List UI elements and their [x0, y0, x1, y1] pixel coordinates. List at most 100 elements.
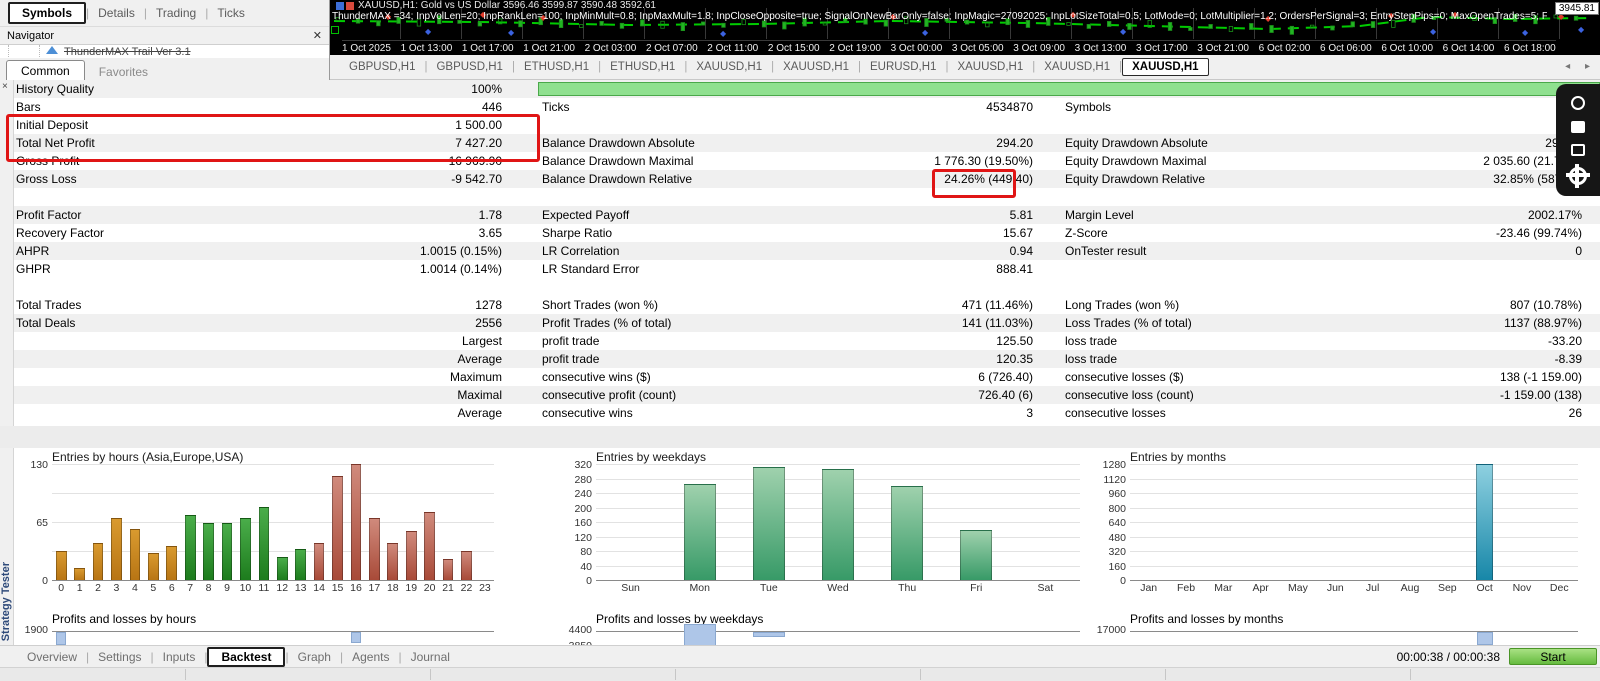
chart-symbol-line: XAUUSD,H1: Gold vs US Dollar 3596.46 359…	[358, 0, 656, 11]
window-capture-icon[interactable]	[1571, 143, 1585, 156]
navigator-tab-favorites[interactable]: Favorites	[85, 62, 162, 82]
x-axis-label: Nov	[1512, 582, 1532, 594]
start-button[interactable]: Start	[1509, 648, 1597, 665]
stat-label: Total Deals	[16, 316, 76, 330]
stat-value: 0.94	[1009, 244, 1033, 258]
y-axis-tick: 160	[574, 517, 592, 529]
taskbar-strip[interactable]	[0, 667, 1600, 681]
result-tab-7-xauusd-h1[interactable]: XAUUSD,H1	[948, 59, 1032, 75]
chart-title: Entries by weekdays	[596, 450, 707, 464]
bar-7	[184, 514, 196, 580]
stat-label: Loss Trades (% of total)	[1065, 316, 1192, 330]
stat-label: loss trade	[1065, 352, 1118, 366]
bar-19	[405, 530, 417, 580]
market-watch-panel: Symbols | Details | Trading | Ticks Navigator …	[0, 0, 330, 83]
axis-line	[52, 631, 494, 632]
tab-ticks[interactable]: Ticks	[208, 4, 254, 22]
bar-14	[313, 542, 325, 580]
x-axis-label: Sun	[621, 582, 640, 594]
stat-value: 1.0015 (0.15%)	[419, 244, 502, 258]
navigator-close-icon[interactable]: ✕	[313, 29, 322, 42]
tab-symbols[interactable]: Symbols	[8, 2, 87, 24]
stat-value: 888.41	[996, 262, 1033, 276]
stat-label: Balance Drawdown Absolute	[542, 136, 695, 150]
bar-slot	[144, 464, 162, 580]
buy-signal-icon: ◆	[922, 28, 929, 37]
stat-value: 100%	[471, 82, 502, 96]
bars-container	[52, 464, 494, 580]
x-axis-label: 14	[313, 582, 325, 594]
annotation-box-drawdown-relative	[932, 169, 1016, 198]
x-axis: Sun Mon Tue Wed Thu Fri Sat	[596, 582, 1080, 594]
screenshot-icon[interactable]	[1571, 120, 1585, 133]
pl-by-months-chart: Profits and losses by months 17000	[1092, 600, 1600, 645]
time-tick-label: 3 Oct 17:00	[1135, 43, 1188, 54]
current-price-label: 3945.81	[1554, 2, 1599, 15]
navigator-tree[interactable]: ThunderMAX Trail Ver 3.1	[0, 45, 329, 58]
tester-tab-graph[interactable]: Graph	[289, 649, 340, 665]
tester-tab-journal[interactable]: Journal	[402, 649, 459, 665]
result-tab-3-ethusd-h1[interactable]: ETHUSD,H1	[601, 59, 684, 75]
taskbar-separator	[430, 669, 431, 680]
y-axis-tick: 0	[586, 575, 592, 587]
strategy-tester-label[interactable]: Strategy Tester	[0, 562, 12, 641]
tester-tab-backtest[interactable]: Backtest	[207, 647, 286, 667]
tester-tab-agents[interactable]: Agents	[343, 649, 398, 665]
x-axis-label: 16	[350, 582, 362, 594]
result-tab-9-xauusd-h1[interactable]: XAUUSD,H1	[1122, 58, 1209, 76]
navigator-tab-common[interactable]: Common	[6, 60, 85, 82]
tab-scroll-arrows[interactable]: ◂ ▸	[1565, 61, 1596, 72]
bar-10	[240, 518, 251, 580]
time-tick-label: 6 Oct 06:00	[1319, 43, 1372, 54]
tab-details[interactable]: Details	[89, 4, 144, 22]
stat-label: profit trade	[542, 352, 600, 366]
result-tab-5-xauusd-h1[interactable]: XAUUSD,H1	[774, 59, 858, 75]
chart-title: Entries by hours (Asia,Europe,USA)	[52, 450, 244, 464]
taskbar-separator	[920, 669, 921, 680]
result-tab-4-xauusd-h1[interactable]: XAUUSD,H1	[687, 59, 771, 75]
result-tab-6-eurusd-h1[interactable]: EURUSD,H1	[861, 59, 945, 75]
axis-line	[596, 631, 1080, 632]
time-tick-label: 3 Oct 05:00	[951, 43, 1004, 54]
bar-slot	[163, 464, 181, 580]
bar-21	[442, 558, 454, 580]
plot-area	[1130, 464, 1578, 581]
expert-advisor-icon	[46, 46, 58, 54]
pl-bar-16	[350, 632, 361, 643]
x-axis-label: Jan	[1140, 582, 1158, 594]
result-tab-8-xauusd-h1[interactable]: XAUUSD,H1	[1035, 59, 1119, 75]
result-tab-1-gbpusd-h1[interactable]: GBPUSD,H1	[427, 59, 511, 75]
y-axis-tick: 240	[574, 488, 592, 500]
tester-tab-inputs[interactable]: Inputs	[154, 649, 205, 665]
gear-icon[interactable]	[1566, 163, 1590, 188]
tester-tab-overview[interactable]: Overview	[18, 649, 86, 665]
elapsed-time: 00:00:38 / 00:00:38	[1396, 650, 1500, 664]
stat-value: -33.20	[1547, 334, 1582, 348]
stat-value: Maximal	[457, 388, 502, 402]
bar-20	[424, 512, 435, 580]
result-tab-2-ethusd-h1[interactable]: ETHUSD,H1	[515, 59, 598, 75]
price-chart[interactable]: XAUUSD,H1: Gold vs US Dollar 3596.46 359…	[330, 0, 1600, 55]
stat-value: 1137 (88.97%)	[1504, 316, 1582, 330]
time-tick-label: 6 Oct 14:00	[1442, 43, 1495, 54]
stat-value: 2556	[475, 316, 502, 330]
tab-trading[interactable]: Trading	[147, 4, 205, 22]
result-tab-0-gbpusd-h1[interactable]: GBPUSD,H1	[340, 59, 424, 75]
x-axis-label: 3	[113, 582, 120, 594]
bar-slot	[1541, 464, 1578, 580]
bar-slot	[1130, 464, 1167, 580]
bar-slot	[402, 464, 420, 580]
x-axis-label: 9	[224, 582, 230, 594]
bar-slot	[107, 464, 125, 580]
chart-icon-blue	[336, 2, 344, 10]
stat-label: Balance Drawdown Maximal	[542, 154, 694, 168]
stat-label: Profit Factor	[16, 208, 82, 222]
panel-close-icon[interactable]: ×	[2, 81, 8, 92]
buy-signal-icon: ◆	[1120, 27, 1127, 36]
y-axis-tick: 960	[1108, 488, 1126, 500]
tester-tab-settings[interactable]: Settings	[89, 649, 150, 665]
tree-item-label[interactable]: ThunderMAX Trail Ver 3.1	[64, 46, 191, 58]
bar-slot	[1466, 464, 1503, 580]
stat-value: 6 (726.40)	[978, 370, 1033, 384]
record-icon[interactable]	[1571, 95, 1585, 110]
